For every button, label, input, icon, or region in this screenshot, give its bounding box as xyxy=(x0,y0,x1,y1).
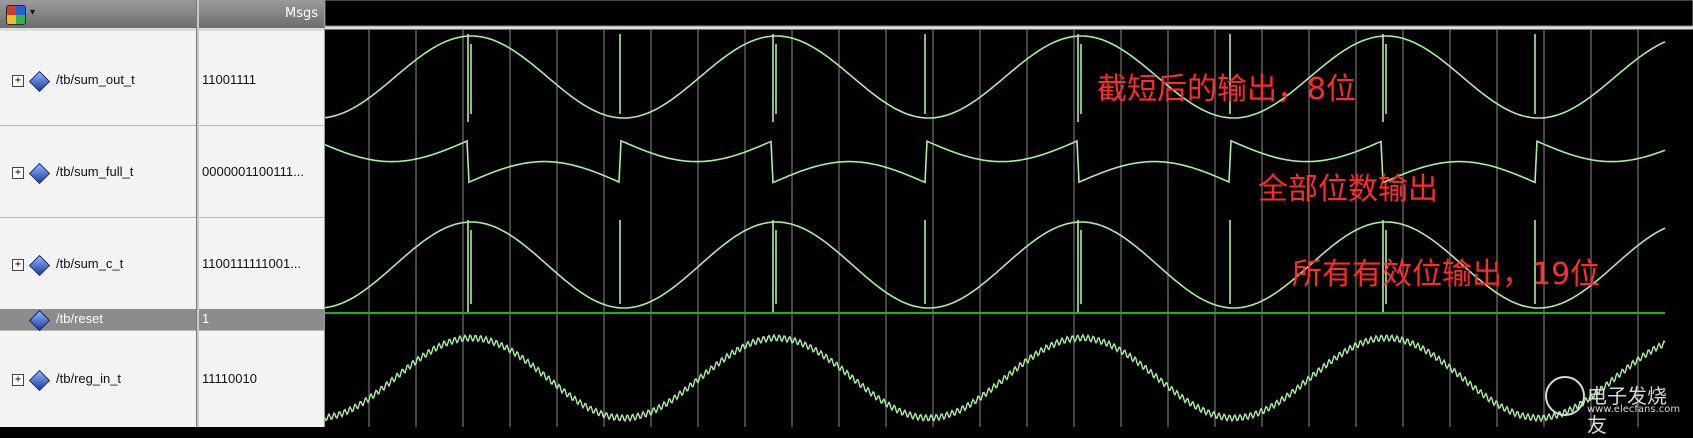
signal-diamond-icon xyxy=(28,369,51,392)
value-row: 11001111 xyxy=(199,34,324,126)
value-row: 0000001100111... xyxy=(199,126,324,218)
value-row: 1 xyxy=(199,309,324,331)
signal-name: /tb/reg_in_t xyxy=(56,371,122,386)
signal-pane-header: ▾ xyxy=(0,0,196,31)
value-row: 1100111111001... xyxy=(199,218,324,310)
signal-diamond-icon xyxy=(28,254,51,277)
value-row: 11110010 xyxy=(199,332,324,427)
signal-value: 1 xyxy=(202,311,210,326)
signal-value: 0000001100111... xyxy=(202,164,304,179)
signal-row-reg-in-t[interactable]: + /tb/reg_in_t xyxy=(0,332,196,427)
signal-row-sum-c-t[interactable]: + /tb/sum_c_t xyxy=(0,218,196,310)
signal-row-sum-out-t[interactable]: + /tb/sum_out_t xyxy=(0,34,196,126)
waveform-menu-icon[interactable] xyxy=(6,5,26,25)
signal-name: /tb/sum_full_t xyxy=(56,164,134,179)
msgs-column-label: Msgs xyxy=(284,6,318,21)
elecfans-logo-icon xyxy=(1545,376,1585,416)
signal-value: 1100111111001... xyxy=(202,256,302,271)
signal-row-reset[interactable]: /tb/reset xyxy=(0,309,196,332)
signal-value: 11110010 xyxy=(202,371,257,386)
waveform-background xyxy=(325,0,1693,427)
plus-expander-icon[interactable]: + xyxy=(12,75,24,87)
signal-row-sum-full-t[interactable]: + /tb/sum_full_t xyxy=(0,126,196,218)
plus-expander-icon[interactable]: + xyxy=(12,259,24,271)
signal-diamond-icon xyxy=(28,162,51,185)
plus-expander-icon[interactable]: + xyxy=(12,167,24,179)
annotation-sum-out: 截短后的输出，8位 xyxy=(1097,72,1357,107)
signal-name-pane: ▾ + /tb/sum_out_t + /tb/sum_full_t + /tb… xyxy=(0,0,197,427)
annotation-sum-c: 所有有效位输出，19位 xyxy=(1292,257,1601,292)
plus-expander-icon[interactable]: + xyxy=(12,374,24,386)
value-pane-header: Msgs xyxy=(199,0,324,31)
signal-name: /tb/sum_c_t xyxy=(56,256,124,271)
signal-value-pane: Msgs 11001111 0000001100111... 110011111… xyxy=(197,0,327,427)
signal-diamond-icon xyxy=(28,309,51,332)
chevron-down-icon[interactable]: ▾ xyxy=(30,7,35,18)
signal-value: 11001111 xyxy=(202,72,256,87)
signal-name: /tb/sum_out_t xyxy=(56,72,135,87)
elecfans-watermark: 电子发烧友 www.elecfans.com xyxy=(1545,372,1685,437)
waveform-canvas[interactable] xyxy=(325,0,1693,427)
watermark-url: www.elecfans.com xyxy=(1587,404,1681,415)
signal-name: /tb/reset xyxy=(56,311,103,326)
waveform-header-bar xyxy=(325,0,1693,27)
signal-diamond-icon xyxy=(28,70,51,93)
annotation-sum-full: 全部位数输出 xyxy=(1258,172,1438,207)
